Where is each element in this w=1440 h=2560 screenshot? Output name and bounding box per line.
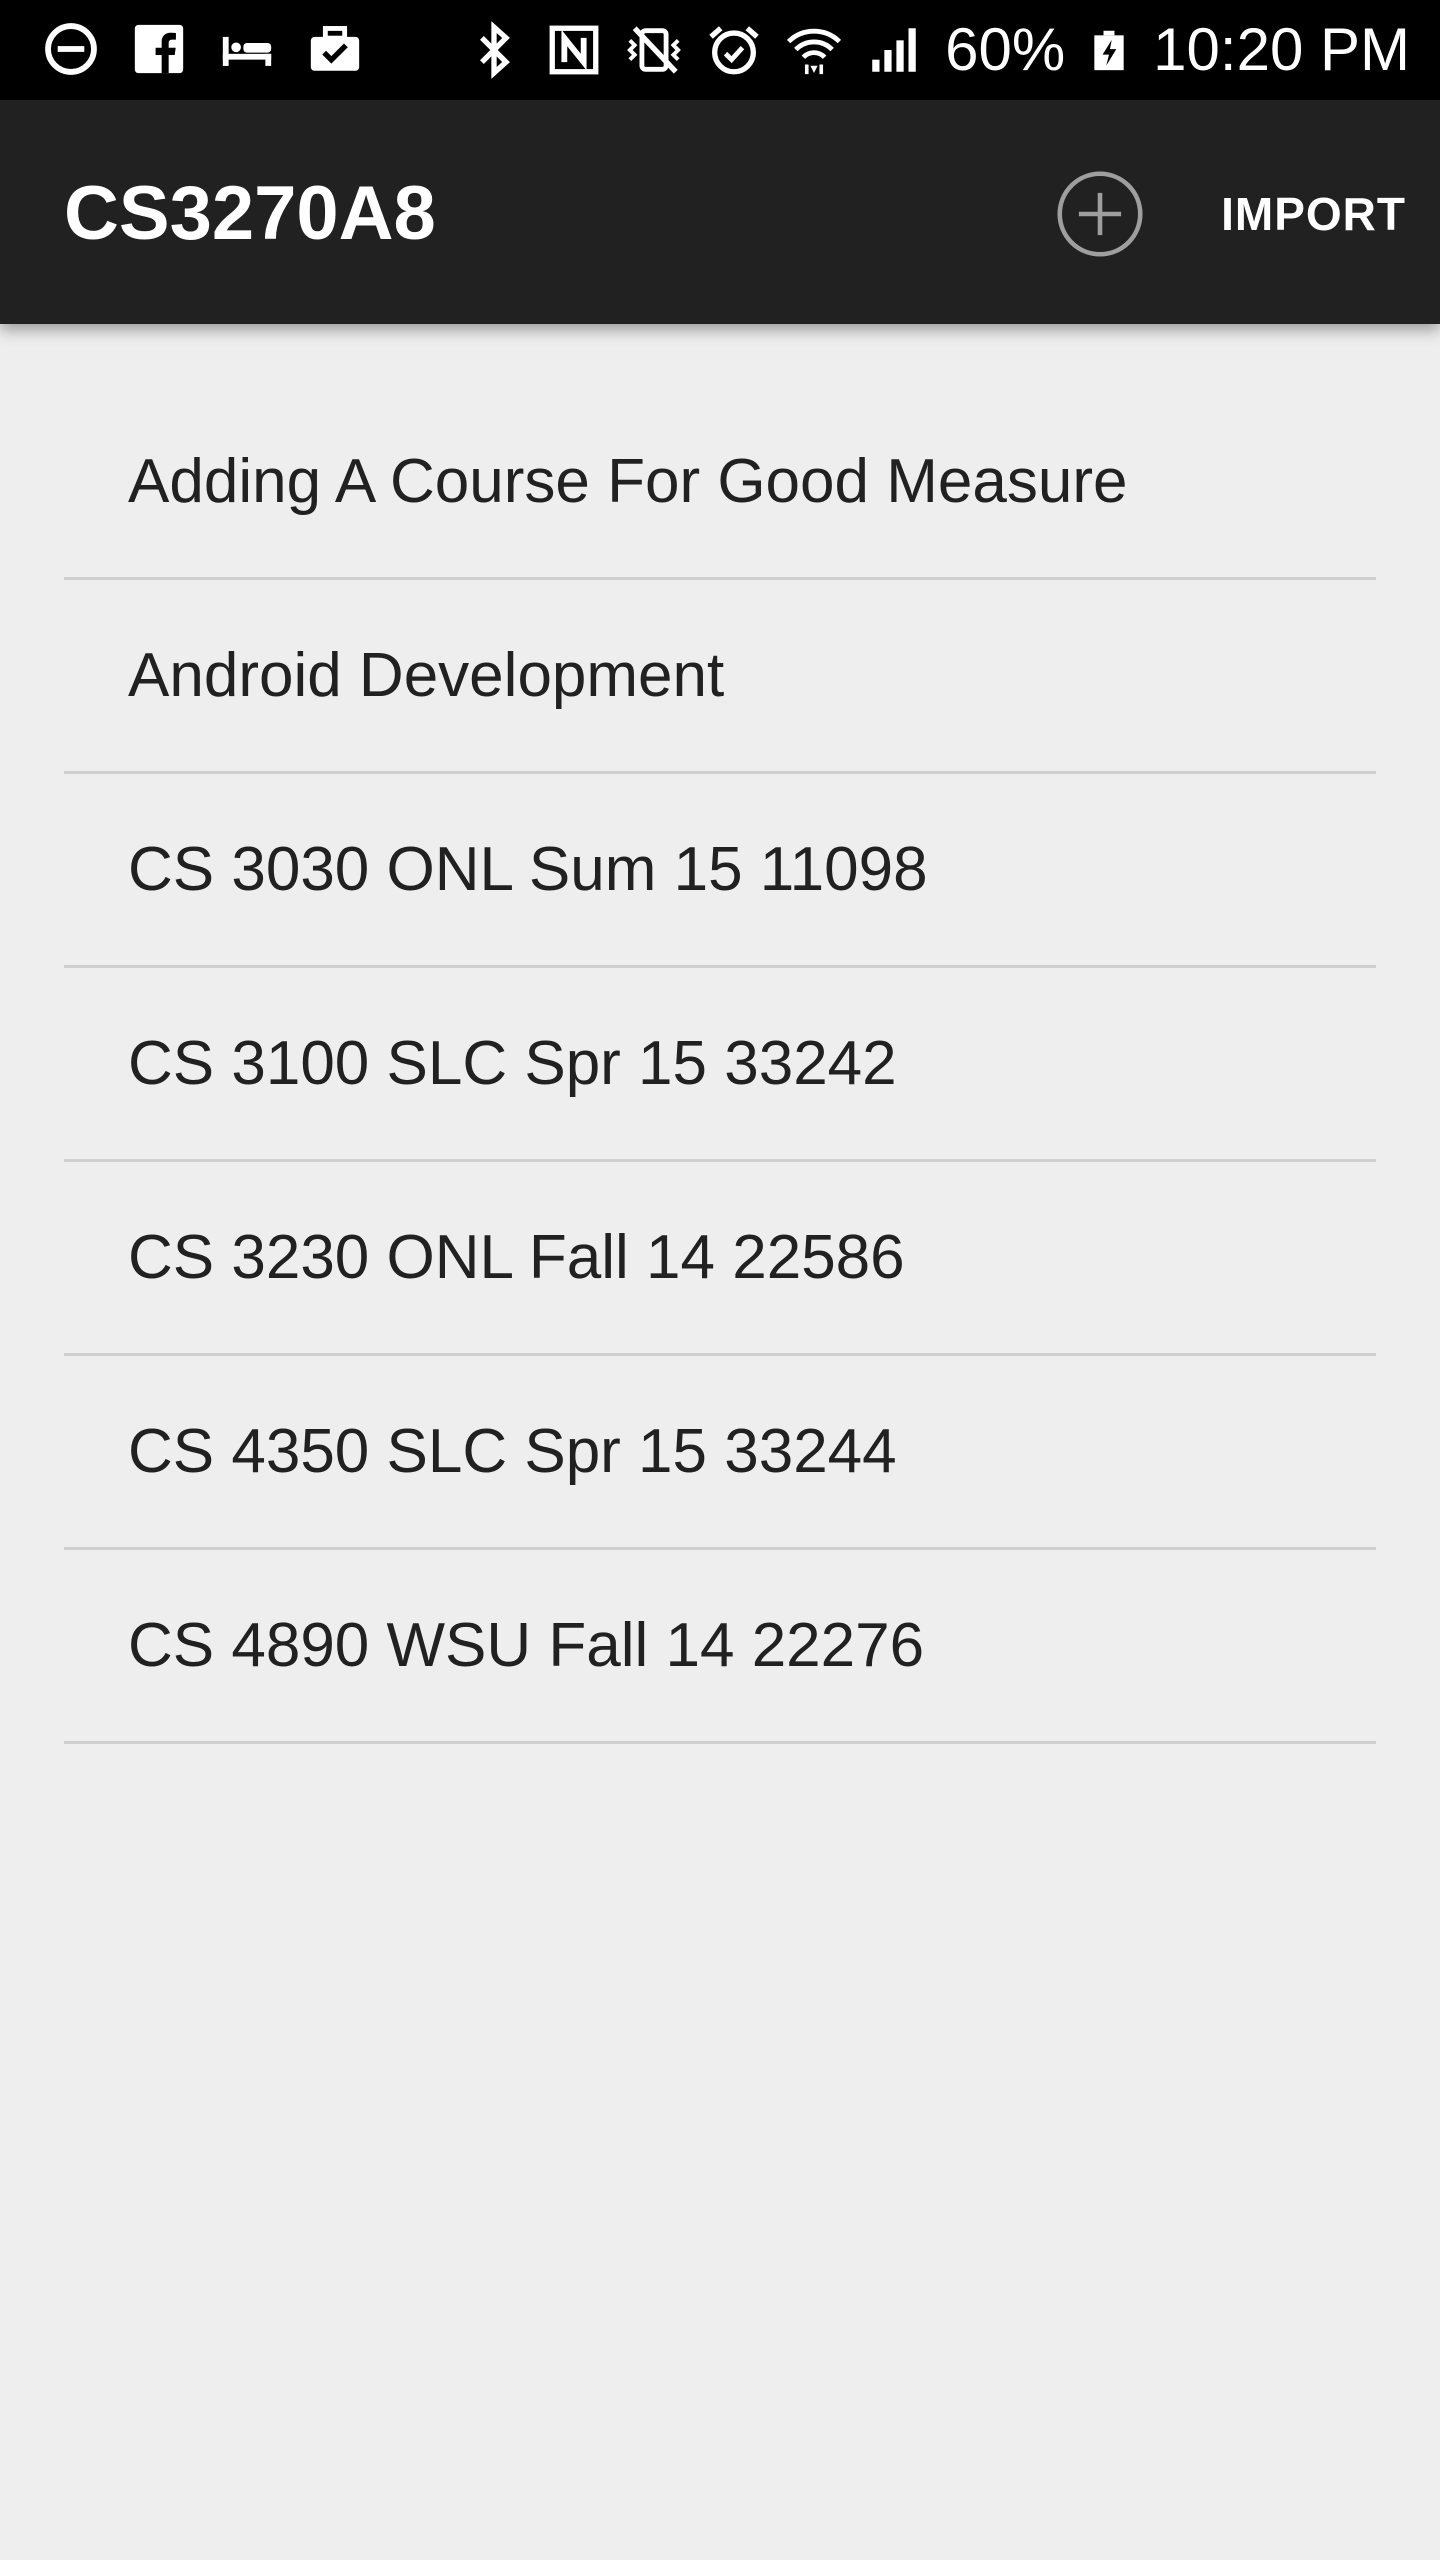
list-item[interactable]: CS 4890 WSU Fall 14 22276 xyxy=(64,1550,1376,1744)
status-bar: 60% 10:20 PM xyxy=(0,0,1440,100)
do-not-disturb-icon xyxy=(45,23,97,75)
list-item-label: CS 3030 ONL Sum 15 11098 xyxy=(128,834,928,904)
add-circle-icon xyxy=(1057,171,1143,257)
course-list: Adding A Course For Good Measure Android… xyxy=(64,386,1376,1744)
sleep-bed-icon xyxy=(222,36,272,66)
battery-percent: 60% xyxy=(945,16,1066,83)
cellular-signal-icon xyxy=(872,28,916,72)
list-item[interactable]: CS 3030 ONL Sum 15 11098 xyxy=(64,774,1376,968)
wifi-icon xyxy=(787,28,842,75)
list-item-label: CS 3100 SLC Spr 15 33242 xyxy=(128,1028,897,1098)
status-bar-left xyxy=(42,20,364,78)
facebook-icon xyxy=(134,24,184,74)
list-item[interactable]: CS 3100 SLC Spr 15 33242 xyxy=(64,968,1376,1162)
status-time: 10:20 PM xyxy=(1153,16,1410,83)
list-item[interactable]: CS 3230 ONL Fall 14 22586 xyxy=(64,1162,1376,1356)
list-item-label: CS 3230 ONL Fall 14 22586 xyxy=(128,1222,905,1292)
nfc-icon xyxy=(549,25,599,75)
battery-charging-icon xyxy=(1094,30,1124,71)
alarm-icon xyxy=(709,26,759,75)
vibrate-mute-icon xyxy=(627,26,681,74)
list-item[interactable]: Adding A Course For Good Measure xyxy=(64,386,1376,580)
status-bar-right: 60% 10:20 PM xyxy=(465,16,1410,84)
bluetooth-icon xyxy=(480,21,511,79)
list-item[interactable]: CS 4350 SLC Spr 15 33244 xyxy=(64,1356,1376,1550)
import-button[interactable]: IMPORT xyxy=(1221,184,1406,244)
list-item-label: Android Development xyxy=(128,640,725,710)
briefcase-check-icon xyxy=(310,26,360,71)
list-item-label: CS 4350 SLC Spr 15 33244 xyxy=(128,1416,897,1486)
list-item[interactable]: Android Development xyxy=(64,580,1376,774)
add-course-button[interactable] xyxy=(1054,168,1146,260)
list-item-label: CS 4890 WSU Fall 14 22276 xyxy=(128,1610,925,1680)
app-bar: CS3270A8 IMPORT xyxy=(0,100,1440,324)
app-title: CS3270A8 xyxy=(64,171,436,256)
list-item-label: Adding A Course For Good Measure xyxy=(128,446,1128,516)
